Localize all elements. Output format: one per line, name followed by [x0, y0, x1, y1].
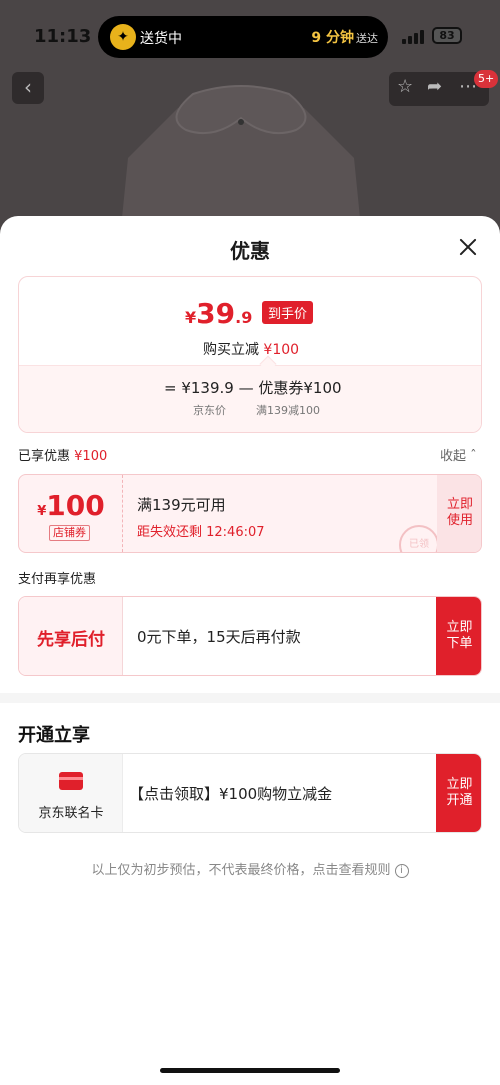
notification-badge: 5+: [474, 70, 499, 88]
rules-footnote[interactable]: 以上仅为初步预估，不代表最终价格，点击查看规则 i: [0, 859, 500, 878]
delivery-rider-icon: ✦: [110, 24, 136, 50]
store-coupon[interactable]: ¥100 店铺券 满139元可用 距失效还剩 12:46:07 已领 立即使用: [18, 474, 482, 553]
home-indicator[interactable]: [160, 1068, 340, 1073]
union-card-panel: 京东联名卡: [19, 754, 123, 832]
info-icon[interactable]: i: [394, 863, 409, 878]
discount-label: 购买立减: [202, 342, 259, 358]
coupon-countdown: 距失效还剩 12:46:07: [137, 525, 265, 540]
coupon-amount-number: 100: [46, 489, 105, 522]
price-calculation: = ¥139.9 — 优惠券¥100: [164, 379, 342, 397]
footnote-text: 以上仅为初步预估，不代表最终价格，点击查看规则: [91, 863, 391, 878]
price-card: ¥39.9 到手价 购买立减 ¥100 = ¥139.9 — 优惠券¥100 京…: [18, 276, 482, 433]
open-section-title: 开通立享: [18, 725, 90, 746]
battery-icon: 83: [432, 27, 462, 44]
share-icon[interactable]: ➦: [427, 76, 442, 97]
pay-later-panel: 先享后付: [19, 597, 123, 675]
union-card-offer[interactable]: 京东联名卡 【点击领取】¥100购物立减金 立即开通: [18, 753, 482, 833]
final-price-tag: 到手价: [262, 301, 314, 324]
coupon-type-badge: 店铺券: [49, 525, 90, 541]
coupon-currency: ¥: [37, 504, 47, 519]
enjoyed-discount-header: 已享优惠 ¥100: [18, 445, 107, 464]
coupon-amount: ¥100: [19, 489, 123, 522]
chevron-left-icon: ‹: [24, 75, 32, 99]
close-icon[interactable]: [456, 235, 480, 259]
delivery-live-activity[interactable]: ✦ 送货中 9 分钟 送达: [98, 16, 388, 58]
credit-card-icon: [59, 772, 83, 790]
open-card-button[interactable]: 立即开通: [436, 754, 481, 832]
order-now-button[interactable]: 立即下单: [436, 597, 481, 675]
calc-coupon-label: 满139减100: [256, 404, 320, 417]
sheet-title: 优惠: [230, 239, 270, 263]
status-bar: 11:13 ✦ 送货中 9 分钟 送达 83: [0, 0, 500, 72]
coupon-value-panel: ¥100 店铺券: [19, 475, 123, 552]
chevron-up-icon: ˆ: [470, 449, 477, 464]
order-now-label: 立即下单: [446, 620, 473, 651]
open-card-label: 立即开通: [446, 777, 473, 808]
price-decimal: .9: [235, 308, 253, 327]
section-divider: [0, 693, 500, 703]
discount-summary: 购买立减 ¥100: [19, 339, 481, 359]
currency-symbol: ¥: [185, 308, 197, 327]
delivery-eta-suffix: 送达: [356, 32, 378, 45]
back-button[interactable]: ‹: [12, 72, 44, 104]
star-icon[interactable]: ☆: [397, 76, 413, 97]
union-card-description: 【点击领取】¥100购物立减金: [129, 785, 333, 803]
enjoyed-label: 已享优惠: [18, 449, 71, 464]
delivery-eta: 9 分钟: [311, 30, 354, 46]
calc-price-label: 京东价: [193, 404, 226, 417]
use-coupon-label: 立即使用: [447, 497, 474, 528]
pay-section-label: 支付再享优惠: [18, 572, 97, 587]
claimed-stamp-icon: 已领: [399, 525, 439, 552]
pay-later-description: 0元下单，15天后再付款: [137, 628, 301, 646]
collapse-label: 收起: [440, 449, 467, 464]
discount-sheet: 优惠 ¥39.9 到手价 购买立减 ¥100 = ¥139.9 — 优惠券¥10…: [0, 216, 500, 1085]
enjoyed-value: ¥100: [74, 449, 108, 464]
union-card-name: 京东联名卡: [38, 806, 104, 821]
pay-later-option[interactable]: 先享后付 0元下单，15天后再付款 立即下单: [18, 596, 482, 676]
price-integer: 39: [196, 297, 236, 330]
final-price: ¥39.9: [185, 297, 252, 330]
pay-later-name: 先享后付: [37, 630, 105, 650]
use-coupon-button[interactable]: 立即使用: [437, 475, 481, 552]
status-time: 11:13: [34, 26, 92, 47]
delivery-status: 送货中: [140, 31, 182, 47]
collapse-button[interactable]: 收起 ˆ: [440, 445, 477, 464]
price-breakdown: [19, 365, 481, 432]
signal-icon: [402, 30, 424, 44]
coupon-condition: 满139元可用: [137, 496, 226, 514]
